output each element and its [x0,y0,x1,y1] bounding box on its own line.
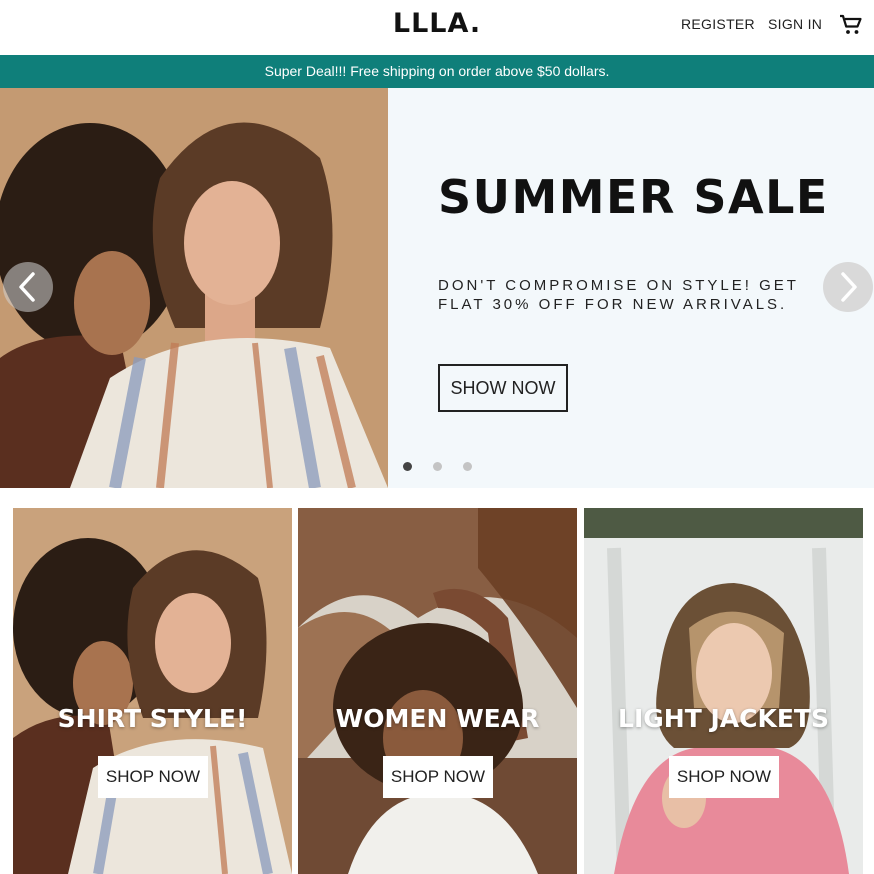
category-title: WOMEN WEAR [335,704,540,733]
sign-in-link[interactable]: SIGN IN [768,16,822,32]
category-card-light-jackets[interactable]: LIGHT JACKETS SHOP NOW [584,508,863,874]
announcement-bar: Super Deal!!! Free shipping on order abo… [0,55,874,88]
slider-next-button[interactable] [823,262,873,312]
slider-prev-button[interactable] [3,262,53,312]
slider-dot-1[interactable] [403,462,412,471]
show-now-button[interactable]: SHOW NOW [438,364,568,412]
slider-dot-3[interactable] [463,462,472,471]
hero-description: DON'T COMPROMISE ON STYLE! GET FLAT 30% … [438,277,799,313]
hero-title: SUMMER SALE [438,170,829,224]
shop-now-button[interactable]: SHOP NOW [383,756,493,798]
category-card-shirt-style[interactable]: SHIRT STYLE! SHOP NOW [13,508,292,874]
category-title: LIGHT JACKETS [618,704,829,733]
category-image [298,508,577,874]
hero-image [0,88,388,488]
chevron-left-icon [19,272,35,302]
shop-now-button[interactable]: SHOP NOW [669,756,779,798]
slider-dot-2[interactable] [433,462,442,471]
category-image [584,508,863,874]
category-image [13,508,292,874]
hero-slider: SUMMER SALE DON'T COMPROMISE ON STYLE! G… [0,88,874,488]
navbar: LLLA. REGISTER SIGN IN [0,0,874,55]
register-link[interactable]: REGISTER [681,16,755,32]
category-card-women-wear[interactable]: WOMEN WEAR SHOP NOW [298,508,577,874]
chevron-right-icon [841,272,857,302]
category-title: SHIRT STYLE! [57,704,248,733]
shopping-cart-icon[interactable] [839,13,863,37]
shop-now-button[interactable]: SHOP NOW [98,756,208,798]
